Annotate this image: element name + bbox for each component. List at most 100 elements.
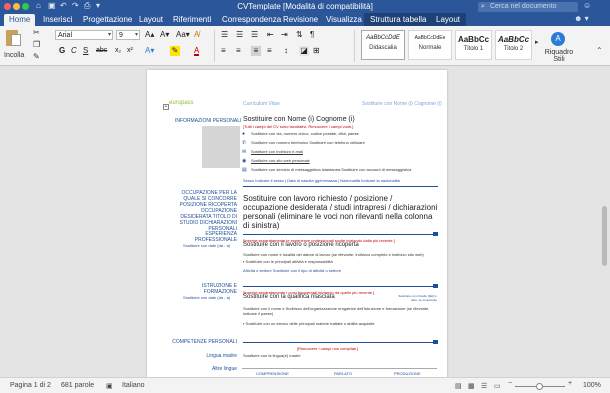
zoom-out-button[interactable]: − (508, 380, 512, 387)
user-icon[interactable]: ☻ ▾ (574, 14, 589, 23)
education-bullet[interactable]: ▪ Sostituire con un elenco delle princip… (243, 321, 375, 326)
web-layout-icon[interactable]: ▦ (468, 382, 475, 390)
numbering-icon[interactable]: ☰ (236, 30, 243, 40)
sort-icon[interactable]: ⇅ (296, 30, 303, 40)
education-eqf: Sostituire con il livello QEQ o altro, s… (398, 294, 437, 302)
tab-insert[interactable]: Inserisci (43, 15, 72, 24)
grow-font-button[interactable]: A▴ (145, 30, 154, 40)
tab-design[interactable]: Progettazione (83, 15, 132, 24)
tab-mailings[interactable]: Correspondenza (222, 15, 281, 24)
increase-indent-icon[interactable]: ⇥ (281, 30, 288, 40)
language-indicator[interactable]: Italiano (122, 382, 145, 389)
personal-details-line[interactable]: Sesso Indicare il sesso | Data di nascit… (243, 178, 400, 183)
style-heading-2[interactable]: AaBbCc Titolo 2 (495, 30, 532, 60)
experience-title[interactable]: Sostituire con il lavoro o posizione ric… (243, 242, 359, 248)
align-center-icon[interactable]: ≡ (236, 46, 241, 56)
name-placeholder[interactable]: Sostituire con Nome (i) Cognome (i) (243, 116, 355, 123)
highlight-icon[interactable]: ✎ (170, 46, 180, 56)
occupation-label: OCCUPAZIONE PER LA QUALE SI CONCORRE POS… (179, 190, 237, 232)
paste-button[interactable] (4, 28, 26, 50)
justify-icon[interactable]: ≡ (267, 46, 272, 56)
photo-placeholder[interactable] (202, 126, 240, 168)
multilevel-list-icon[interactable]: ☰ (251, 30, 258, 40)
zoom-level[interactable]: 100% (583, 382, 601, 389)
tab-review[interactable]: Revisione (283, 15, 318, 24)
proofing-icon[interactable]: ▣ (106, 382, 113, 390)
experience-sector[interactable]: Attività o settore Sostituire con il tip… (243, 268, 341, 273)
outline-view-icon[interactable]: ☰ (481, 382, 487, 390)
contact-address[interactable]: Sostituire con via, numero civico, codic… (251, 131, 359, 136)
borders-icon[interactable]: ⊞ (313, 46, 320, 56)
subscript-button[interactable]: x₂ (115, 46, 121, 56)
contact-phone[interactable]: Sostituire con numero telefonico Sostitu… (251, 140, 365, 145)
education-title[interactable]: Sostituire con la qualifica rilasciata (243, 294, 335, 300)
style-caption[interactable]: AaBbCcDdE Didascalia (361, 30, 405, 60)
education-org[interactable]: Sostituire con il nome e l'indirizzo del… (243, 306, 433, 316)
share-icon[interactable]: ☺ (583, 1, 591, 10)
font-color-icon[interactable]: A (194, 46, 200, 56)
mother-tongue-value[interactable]: Sostituire con la lingua(e) madre (243, 353, 301, 358)
skills-label: COMPETENZE PERSONALI (172, 339, 237, 345)
tab-references[interactable]: Riferimenti (173, 15, 211, 24)
lang-col-spoken: PARLATO (334, 371, 353, 376)
tab-table-layout[interactable]: Layout (430, 13, 467, 26)
document-canvas[interactable]: europass Curriculum Vitae Sostituire con… (0, 66, 610, 390)
experience-dates: Sostituire con date (da - a) (183, 243, 231, 248)
document-page[interactable]: europass Curriculum Vitae Sostituire con… (147, 70, 447, 390)
underline-button[interactable]: S (83, 46, 88, 56)
tab-view[interactable]: Visualizza (326, 15, 362, 24)
word-count[interactable]: 681 parole (61, 382, 94, 389)
align-left-icon[interactable]: ≡ (221, 46, 226, 56)
show-formatting-icon[interactable]: ¶ (310, 30, 314, 40)
italic-button[interactable]: C (71, 46, 77, 56)
zoom-slider-handle[interactable] (536, 383, 543, 390)
skills-note: [Rimuovere i campi non compilati.] (297, 346, 359, 351)
table-move-handle[interactable]: + (163, 104, 169, 110)
experience-bullet[interactable]: ▪ Sostituire con le principali attività … (243, 259, 333, 264)
style-heading-1[interactable]: AaBbCc Titolo 1 (455, 30, 492, 60)
section-divider (243, 186, 438, 187)
vertical-scrollbar[interactable] (602, 206, 607, 266)
search-input[interactable]: ⌕ Cerca nel documento (478, 2, 578, 12)
align-right-icon[interactable]: ≡ (251, 46, 261, 56)
style-normal[interactable]: AaBbCcDdEe Normale (408, 30, 452, 60)
print-layout-icon[interactable]: ▤ (455, 382, 462, 390)
contact-website[interactable]: Sostituire con sito web personale (251, 158, 310, 163)
styles-pane-icon[interactable]: A (551, 32, 565, 46)
zoom-in-button[interactable]: + (568, 380, 572, 387)
collapse-ribbon-icon[interactable]: ⌃ (596, 46, 603, 55)
header-cv-label: Curriculum Vitae (243, 101, 280, 107)
header-name: Sostituire con Nome (i) Cognome (i) (362, 101, 442, 107)
styles-pane-label[interactable]: Riquadro Stili (544, 49, 574, 63)
bullets-icon[interactable]: ☰ (221, 30, 228, 40)
tab-table-design[interactable]: Struttura tabella (364, 13, 433, 26)
change-case-button[interactable]: Aa▾ (176, 30, 190, 40)
copy-icon[interactable]: ❐ (33, 40, 40, 49)
contact-email[interactable]: Sostituire con indirizzo e-mail (251, 149, 303, 154)
shading-icon[interactable]: ◪ (299, 46, 309, 56)
cut-icon[interactable]: ✂ (33, 28, 40, 37)
tab-layout[interactable]: Layout (139, 15, 163, 24)
line-spacing-icon[interactable]: ↕ (284, 46, 288, 56)
search-placeholder: Cerca nel documento (490, 3, 557, 10)
font-size-value: 9 (119, 32, 123, 39)
clear-formatting-icon[interactable]: A̸ (194, 30, 199, 40)
bold-button[interactable]: G (59, 46, 65, 56)
contact-messaging[interactable]: Sostituire con servizio di messaggistica… (251, 167, 411, 172)
page-count[interactable]: Pagina 1 di 2 (10, 382, 51, 389)
font-size-select[interactable]: 9 ▾ (116, 30, 140, 40)
text-effects-icon[interactable]: A▾ (145, 46, 154, 56)
focus-view-icon[interactable]: ▭ (494, 382, 501, 390)
font-name-select[interactable]: Arial ▾ (55, 30, 113, 40)
education-label: ISTRUZIONE E FORMAZIONE (201, 283, 237, 295)
mother-tongue-label: Lingua madre (206, 353, 237, 359)
occupation-text[interactable]: Sostituire con lavoro richiesto / posizi… (243, 194, 438, 230)
superscript-button[interactable]: x² (127, 46, 133, 56)
decrease-indent-icon[interactable]: ⇤ (267, 30, 274, 40)
styles-gallery-arrow[interactable]: ▸ (535, 38, 539, 46)
tab-home[interactable]: Home (4, 14, 36, 26)
format-painter-icon[interactable]: ✎ (33, 52, 40, 61)
experience-employer[interactable]: Sostituire con nome e località del dator… (243, 252, 424, 257)
strikethrough-button[interactable]: abc (96, 46, 107, 56)
shrink-font-button[interactable]: A▾ (160, 30, 169, 40)
